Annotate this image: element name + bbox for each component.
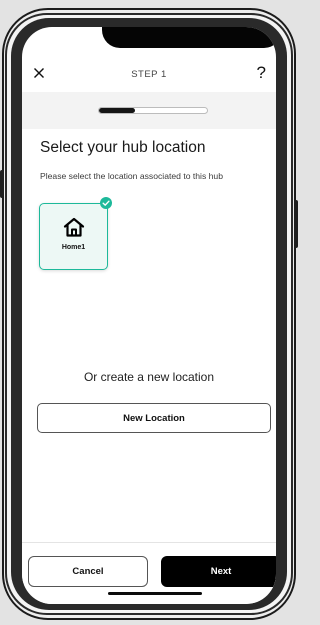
volume-button bbox=[0, 170, 4, 198]
location-label: Home1 bbox=[61, 244, 86, 251]
page-title: Select your hub location bbox=[40, 139, 206, 156]
create-location-prompt: Or create a new location bbox=[83, 370, 215, 384]
step-label: STEP 1 bbox=[131, 69, 167, 80]
new-location-button[interactable]: New Location bbox=[37, 403, 271, 433]
location-card-home1[interactable]: Home1 bbox=[39, 203, 108, 270]
progress-bar bbox=[98, 107, 208, 114]
power-button bbox=[294, 200, 298, 248]
next-button[interactable]: Next bbox=[161, 556, 276, 587]
home-indicator bbox=[108, 592, 202, 595]
app-screen: STEP 1 ? Select your hub location Please… bbox=[22, 27, 276, 604]
cancel-button[interactable]: Cancel bbox=[28, 556, 148, 587]
selected-check-icon bbox=[100, 197, 112, 209]
help-icon[interactable]: ? bbox=[257, 63, 266, 83]
progress-fill bbox=[99, 108, 135, 113]
top-bar: STEP 1 ? bbox=[22, 62, 276, 90]
page-subtitle: Please select the location associated to… bbox=[40, 171, 223, 181]
home-icon bbox=[63, 217, 85, 237]
phone-notch bbox=[102, 27, 276, 48]
